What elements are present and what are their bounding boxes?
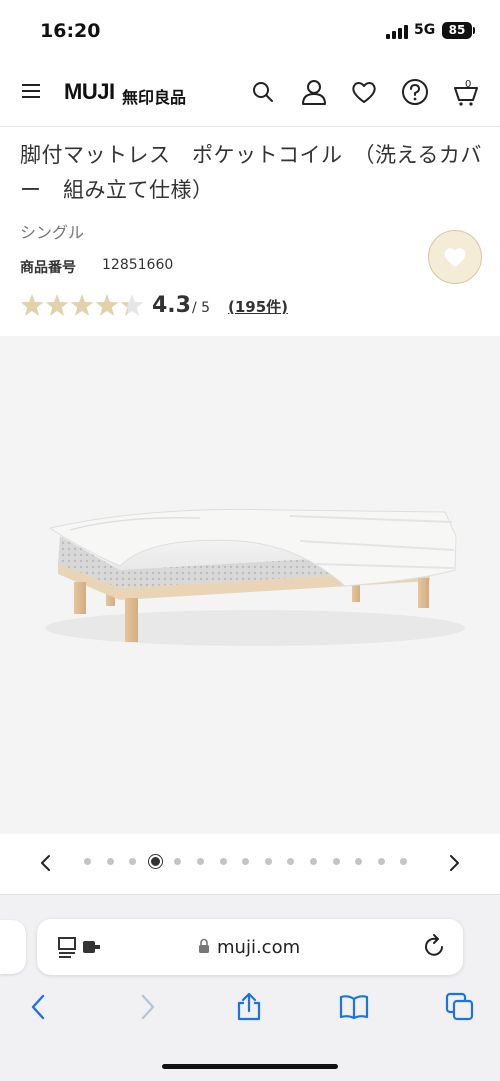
star-icon bbox=[20, 294, 44, 316]
account-icon[interactable] bbox=[300, 78, 328, 106]
carousel-next-button[interactable] bbox=[444, 852, 464, 874]
carousel-dot[interactable] bbox=[106, 858, 114, 865]
menu-icon[interactable] bbox=[22, 82, 42, 100]
status-bar: 16:20 5G 85 bbox=[0, 0, 500, 62]
lock-icon bbox=[199, 938, 209, 953]
star-icon bbox=[120, 294, 144, 316]
bookmarks-button[interactable] bbox=[339, 992, 369, 1022]
carousel-dot[interactable] bbox=[377, 858, 385, 865]
status-time: 16:20 bbox=[40, 20, 101, 42]
rating-stars bbox=[20, 293, 150, 319]
chevron-right-icon bbox=[450, 855, 459, 871]
back-button[interactable] bbox=[24, 992, 54, 1022]
carousel-dot[interactable] bbox=[310, 858, 317, 865]
carousel-dot[interactable] bbox=[400, 858, 408, 865]
carousel-dot[interactable] bbox=[129, 858, 137, 865]
url-text[interactable]: muji.com bbox=[217, 937, 300, 958]
muji-logo[interactable]: MUJI bbox=[64, 79, 115, 105]
forward-icon bbox=[141, 994, 155, 1020]
carousel-dot[interactable] bbox=[84, 858, 91, 865]
product-code: 12851660 bbox=[102, 257, 174, 273]
forward-button[interactable] bbox=[132, 992, 162, 1022]
carousel-dot[interactable] bbox=[197, 858, 204, 865]
carousel-dot[interactable] bbox=[174, 858, 182, 865]
bookmarks-icon bbox=[339, 995, 369, 1020]
network-label: 5G bbox=[414, 22, 436, 38]
header-divider bbox=[0, 126, 500, 127]
review-count-link[interactable]: (195件) bbox=[228, 296, 288, 317]
product-code-label: 商品番号 bbox=[20, 260, 76, 276]
carousel-dot[interactable] bbox=[148, 855, 162, 868]
carousel-prev-button[interactable] bbox=[36, 852, 56, 874]
reader-mode-icon[interactable] bbox=[57, 935, 103, 959]
reload-icon[interactable] bbox=[423, 933, 447, 959]
cart-count: 0 bbox=[465, 79, 472, 90]
tabs-button[interactable] bbox=[445, 992, 475, 1022]
star-icon bbox=[45, 294, 69, 316]
heart-icon[interactable] bbox=[350, 78, 378, 106]
star-icon bbox=[95, 294, 119, 316]
search-icon[interactable] bbox=[249, 78, 277, 106]
help-icon[interactable] bbox=[401, 78, 429, 106]
carousel-dot[interactable] bbox=[264, 858, 272, 865]
carousel-dot[interactable] bbox=[287, 858, 295, 865]
muji-logo-jp[interactable]: 無印良品 bbox=[122, 84, 186, 108]
share-button[interactable] bbox=[234, 992, 264, 1022]
heart-icon bbox=[444, 248, 466, 267]
favorite-button[interactable] bbox=[428, 230, 482, 284]
back-icon bbox=[31, 994, 45, 1020]
previous-tab[interactable] bbox=[0, 920, 26, 974]
share-icon bbox=[237, 992, 261, 1021]
product-image[interactable] bbox=[0, 336, 500, 834]
site-header: MUJI 無印良品 bbox=[0, 62, 500, 124]
carousel-dot[interactable] bbox=[242, 858, 250, 865]
carousel-dot[interactable] bbox=[355, 858, 363, 865]
battery-icon: 85 bbox=[442, 22, 475, 39]
rating-value: 4.3 bbox=[152, 293, 191, 318]
rating-max: / 5 bbox=[192, 300, 211, 316]
product-title: 脚付マットレス ポケットコイル （洗えるカバー 組み立て仕様） bbox=[20, 143, 482, 202]
star-icon bbox=[70, 294, 94, 316]
signal-icon bbox=[386, 25, 408, 39]
tabs-icon bbox=[445, 992, 474, 1021]
carousel-dot[interactable] bbox=[332, 858, 340, 865]
carousel-dots[interactable] bbox=[80, 855, 420, 869]
chevron-left-icon bbox=[41, 855, 50, 871]
product-size: シングル bbox=[20, 223, 85, 242]
carousel-dot[interactable] bbox=[219, 858, 227, 865]
home-indicator bbox=[162, 1064, 338, 1069]
image-carousel bbox=[0, 834, 500, 894]
